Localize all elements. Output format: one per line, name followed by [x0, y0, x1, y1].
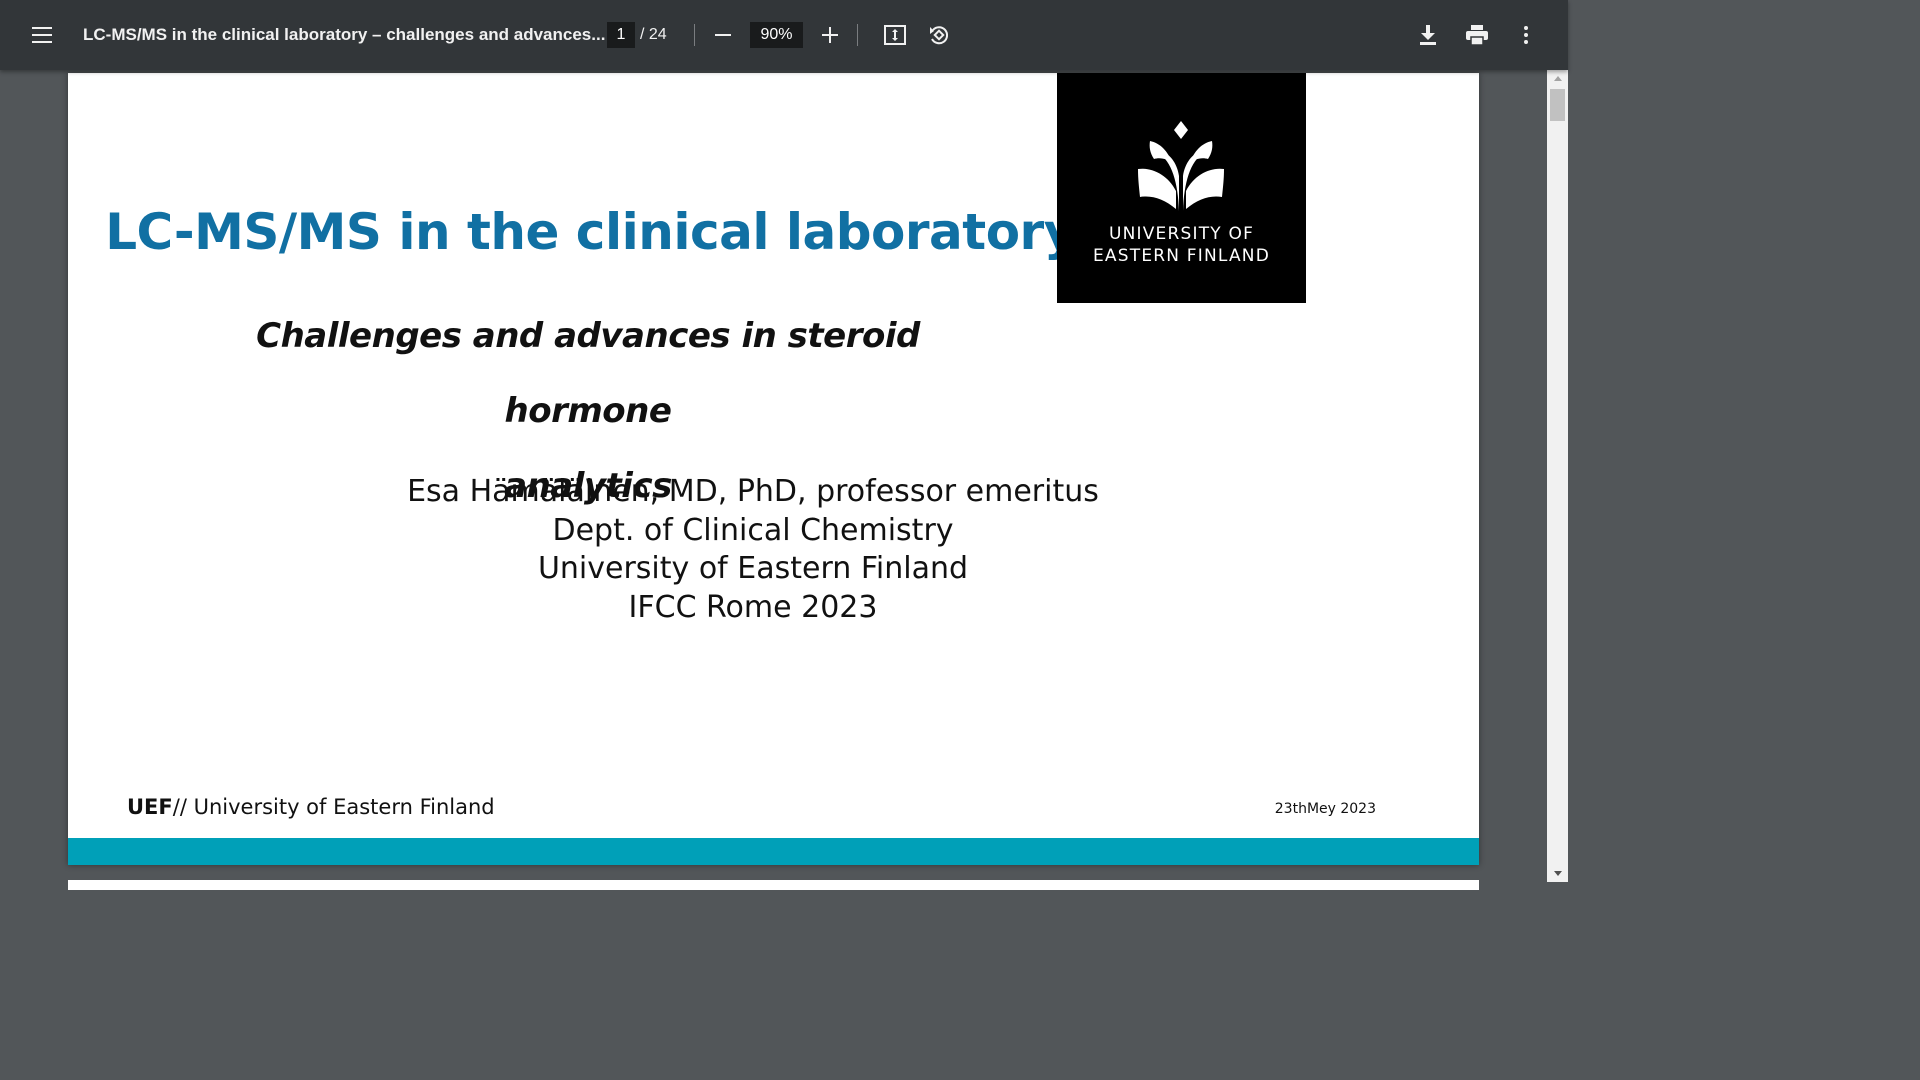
pdf-page: LC-MS/MS in the clinical laboratory UNIV… — [68, 73, 1479, 865]
next-pdf-page — [68, 880, 1479, 890]
print-button[interactable] — [1461, 17, 1493, 53]
page-total: / 24 — [640, 26, 667, 43]
footer-brand-text: // University of Eastern Finland — [172, 795, 495, 819]
download-icon — [1420, 25, 1436, 45]
footer-brand: UEF — [127, 795, 173, 819]
page-number-input[interactable] — [607, 22, 635, 48]
vertical-scrollbar[interactable] — [1547, 70, 1568, 882]
fit-to-page-icon — [884, 25, 906, 45]
menu-button[interactable] — [22, 17, 62, 53]
author-department: Dept. of Clinical Chemistry — [552, 512, 954, 548]
document-title: LC-MS/MS in the clinical laboratory – ch… — [83, 25, 606, 44]
print-icon — [1466, 25, 1488, 45]
footer-color-band — [68, 838, 1479, 865]
slide-title: LC-MS/MS in the clinical laboratory — [105, 203, 1076, 261]
logo-text-line: EASTERN FINLAND — [1092, 246, 1271, 266]
arrow-up-icon — [1553, 76, 1562, 81]
zoom-out-button[interactable] — [708, 17, 738, 53]
zoom-in-button[interactable] — [815, 17, 845, 53]
rotate-icon — [930, 26, 949, 45]
pdf-toolbar: LC-MS/MS in the clinical laboratory – ch… — [0, 0, 1568, 70]
footer-date: 23thMey 2023 — [1274, 801, 1376, 817]
arrow-down-icon — [1553, 871, 1562, 876]
author-university: University of Eastern Finland — [537, 551, 969, 586]
plus-icon — [822, 27, 838, 43]
subtitle-line: Challenges and advances in steroid hormo… — [256, 316, 920, 431]
toolbar-divider — [857, 24, 858, 46]
scroll-down-button[interactable] — [1547, 865, 1568, 882]
scroll-up-button[interactable] — [1547, 70, 1568, 87]
logo-text-line: UNIVERSITY OF — [1108, 224, 1255, 244]
logo-text: UNIVERSITY OF EASTERN FINLAND — [1057, 223, 1306, 267]
footer-branding: UEF// University of Eastern Finland — [127, 795, 495, 819]
university-logo: UNIVERSITY OF EASTERN FINLAND — [1057, 73, 1306, 303]
minus-icon — [715, 34, 731, 36]
author-info: Esa Hämäläinen, MD, PhD, professor emeri… — [338, 473, 1168, 627]
more-vertical-icon — [1524, 26, 1528, 44]
rotate-button[interactable] — [923, 17, 955, 53]
author-name: Esa Hämäläinen, MD, PhD, professor emeri… — [407, 474, 1099, 509]
fit-to-page-button[interactable] — [879, 17, 911, 53]
toolbar-divider — [694, 24, 695, 46]
uef-leaf-logo-icon — [1138, 121, 1224, 211]
scrollbar-thumb[interactable] — [1550, 89, 1565, 121]
download-button[interactable] — [1412, 17, 1444, 53]
event-name: IFCC Rome 2023 — [628, 589, 878, 625]
hamburger-menu-icon — [32, 27, 52, 43]
more-options-button[interactable] — [1510, 17, 1542, 53]
zoom-input[interactable] — [750, 22, 803, 48]
